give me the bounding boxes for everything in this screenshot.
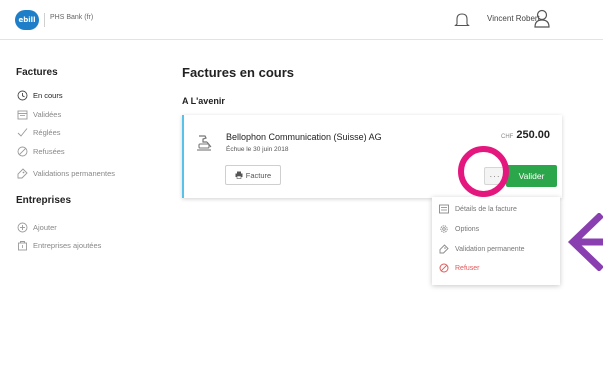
invoice-options-menu: Détails de la facture Options Validation… [432,197,560,285]
user-name[interactable]: Vincent Robert [487,14,540,23]
sidebar-item-label: Réglées [33,127,61,137]
sidebar-section-entreprises: Entreprises [16,195,72,206]
sidebar-item-label: Refusées [33,146,65,156]
building-icon [18,240,27,250]
check-icon [17,127,28,137]
tag-icon [17,167,28,178]
sidebar: Factures En cours Validées Réglées Refus… [0,40,160,387]
sidebar-item-validations-permanentes[interactable]: Validations permanentes [17,167,115,179]
calendar-icon [17,110,28,119]
amount-value: 250.00 [516,129,550,141]
more-options-button[interactable]: ··· [484,167,506,185]
invoice-amount: CHF 250.00 [501,129,550,141]
gear-icon [440,225,448,233]
facture-button-label: Facture [245,170,272,180]
user-icon[interactable] [533,9,551,29]
currency-label: CHF [501,134,514,140]
menu-item-validation-permanente[interactable]: Validation permanente [439,242,525,256]
app-header: ebill PHS Bank (fr) Vincent Robert [0,0,603,40]
valider-button[interactable]: Valider [506,165,557,187]
prohibited-icon [439,263,449,273]
sidebar-item-entreprises-ajoutees[interactable]: Entreprises ajoutées [17,239,101,251]
printer-icon [235,171,243,179]
sidebar-item-label: Entreprises ajoutées [33,240,102,250]
company-logo-icon [197,135,212,151]
sidebar-item-refusees[interactable]: Refusées [17,145,65,157]
invoice-card[interactable]: Bellophon Communication (Suisse) AG Échu… [182,115,562,198]
sidebar-item-label: En cours [33,90,63,100]
sidebar-item-label: Ajouter [33,222,57,232]
menu-item-label: Refuser [455,264,480,272]
sidebar-item-en-cours[interactable]: En cours [17,89,63,101]
list-icon [439,204,449,214]
clock-icon [17,90,28,100]
header-divider [44,13,45,27]
sidebar-item-reglees[interactable]: Réglées [17,126,61,138]
menu-item-label: Détails de la facture [455,205,517,213]
sidebar-item-ajouter[interactable]: Ajouter [17,221,57,233]
due-date: Échue le 30 juin 2018 [226,146,289,153]
facture-button[interactable]: Facture [225,165,281,185]
sidebar-section-factures: Factures [16,67,58,78]
prohibited-icon [17,146,28,156]
sidebar-item-label: Validations permanentes [33,168,115,178]
bell-icon[interactable] [453,11,471,29]
menu-item-label: Validation permanente [455,245,525,253]
page-title: Factures en cours [182,65,294,80]
company-name: Bellophon Communication (Suisse) AG [226,132,382,142]
arrow-left-icon [567,213,603,271]
menu-item-details[interactable]: Détails de la facture [439,202,517,216]
sidebar-item-validees[interactable]: Validées [17,108,61,120]
tag-icon [439,244,449,254]
menu-item-label: Options [455,225,480,233]
menu-item-refuser[interactable]: Refuser [439,261,480,275]
ebill-logo[interactable]: ebill [15,10,39,30]
menu-item-options[interactable]: Options [439,222,479,236]
plus-circle-icon [17,222,28,232]
section-heading: A L'avenir [182,96,225,106]
sidebar-item-label: Validées [33,109,62,119]
bank-name: PHS Bank (fr) [50,14,94,21]
